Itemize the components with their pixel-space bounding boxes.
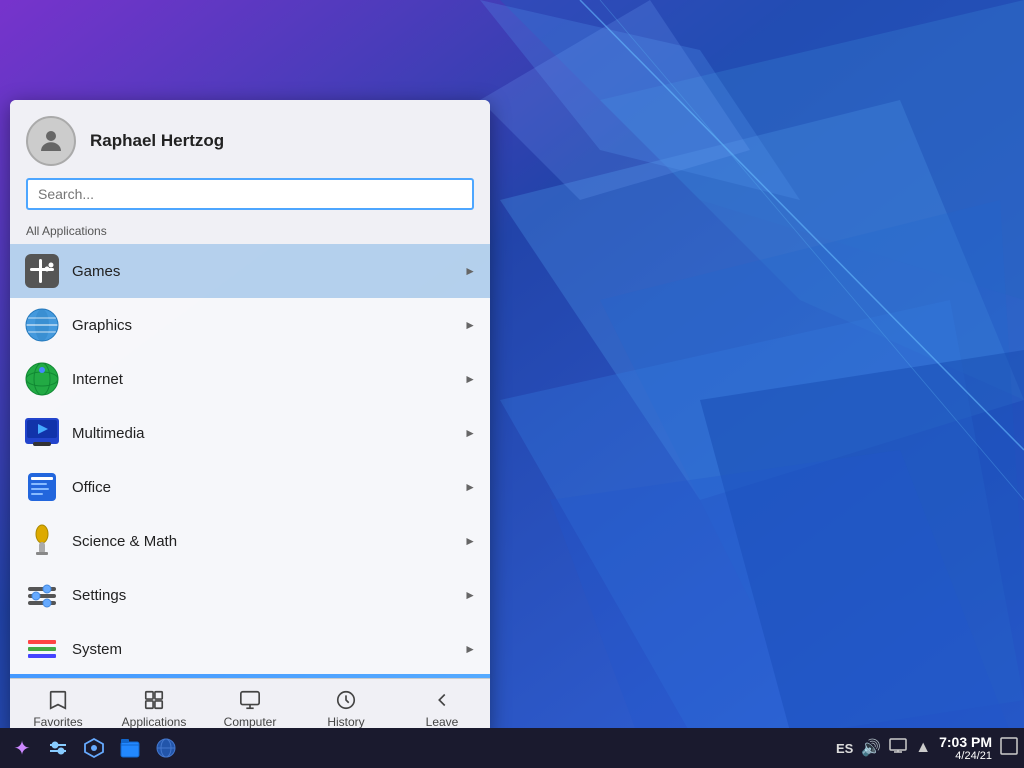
menu-item-internet[interactable]: Internet ► <box>10 352 490 406</box>
graphics-icon <box>24 307 60 343</box>
grid-icon <box>143 689 165 711</box>
leave-icon <box>431 689 453 711</box>
nav-leave-label: Leave <box>426 715 459 729</box>
games-label: Games <box>72 263 464 280</box>
games-arrow: ► <box>464 264 476 278</box>
games-icon <box>24 253 60 289</box>
monitor-icon <box>239 689 261 711</box>
nav-applications-label: Applications <box>122 715 187 729</box>
settings-label: Settings <box>72 587 464 604</box>
nav-history-label: History <box>327 715 364 729</box>
desktop: Raphael Hertzog All Applications <box>0 0 1024 768</box>
display-icon[interactable] <box>889 737 907 760</box>
system-arrow: ► <box>464 642 476 656</box>
nav-computer-label: Computer <box>224 715 277 729</box>
user-section: Raphael Hertzog <box>10 100 490 178</box>
system-tray: ES 🔊 ▲ 7:03 PM 4/24/21 <box>836 734 1018 762</box>
username: Raphael Hertzog <box>90 131 224 151</box>
graphics-arrow: ► <box>464 318 476 332</box>
office-icon <box>24 469 60 505</box>
internet-label: Internet <box>72 371 464 388</box>
multimedia-label: Multimedia <box>72 425 464 442</box>
menu-list: Games ► Graphics ► <box>10 244 490 674</box>
system-label: System <box>72 641 464 658</box>
taskbar: ✦ <box>0 728 1024 768</box>
volume-icon[interactable]: 🔊 <box>861 738 881 758</box>
settings-icon <box>24 577 60 613</box>
taskbar-network[interactable] <box>150 732 182 764</box>
all-apps-label: All Applications <box>10 220 490 244</box>
office-arrow: ► <box>464 480 476 494</box>
clock[interactable]: 7:03 PM 4/24/21 <box>939 734 992 762</box>
multimedia-arrow: ► <box>464 426 476 440</box>
locale-indicator: ES <box>836 741 853 756</box>
system-icon <box>24 631 60 667</box>
power-icon[interactable] <box>1000 737 1018 760</box>
scimath-icon <box>24 523 60 559</box>
search-input[interactable] <box>26 178 474 210</box>
office-label: Office <box>72 479 464 496</box>
internet-arrow: ► <box>464 372 476 386</box>
clock-icon <box>335 689 357 711</box>
taskbar-kicker[interactable]: ✦ <box>6 732 38 764</box>
nav-favorites-label: Favorites <box>33 715 82 729</box>
internet-icon <box>24 361 60 397</box>
tray-arrow[interactable]: ▲ <box>915 739 931 757</box>
search-container <box>10 178 490 220</box>
menu-item-office[interactable]: Office ► <box>10 460 490 514</box>
menu-item-multimedia[interactable]: Multimedia ► <box>10 406 490 460</box>
menu-item-graphics[interactable]: Graphics ► <box>10 298 490 352</box>
settings-arrow: ► <box>464 588 476 602</box>
scimath-arrow: ► <box>464 534 476 548</box>
multimedia-icon <box>24 415 60 451</box>
menu-item-settings[interactable]: Settings ► <box>10 568 490 622</box>
taskbar-plasmoid[interactable] <box>78 732 110 764</box>
taskbar-mixer[interactable] <box>42 732 74 764</box>
bookmark-icon <box>47 689 69 711</box>
menu-item-system[interactable]: System ► <box>10 622 490 674</box>
menu-item-scimath[interactable]: Science & Math ► <box>10 514 490 568</box>
taskbar-files[interactable] <box>114 732 146 764</box>
start-menu: Raphael Hertzog All Applications <box>10 100 490 737</box>
clock-time: 7:03 PM <box>939 734 992 750</box>
clock-date: 4/24/21 <box>939 750 992 762</box>
menu-item-games[interactable]: Games ► <box>10 244 490 298</box>
avatar <box>26 116 76 166</box>
graphics-label: Graphics <box>72 317 464 334</box>
scimath-label: Science & Math <box>72 533 464 550</box>
